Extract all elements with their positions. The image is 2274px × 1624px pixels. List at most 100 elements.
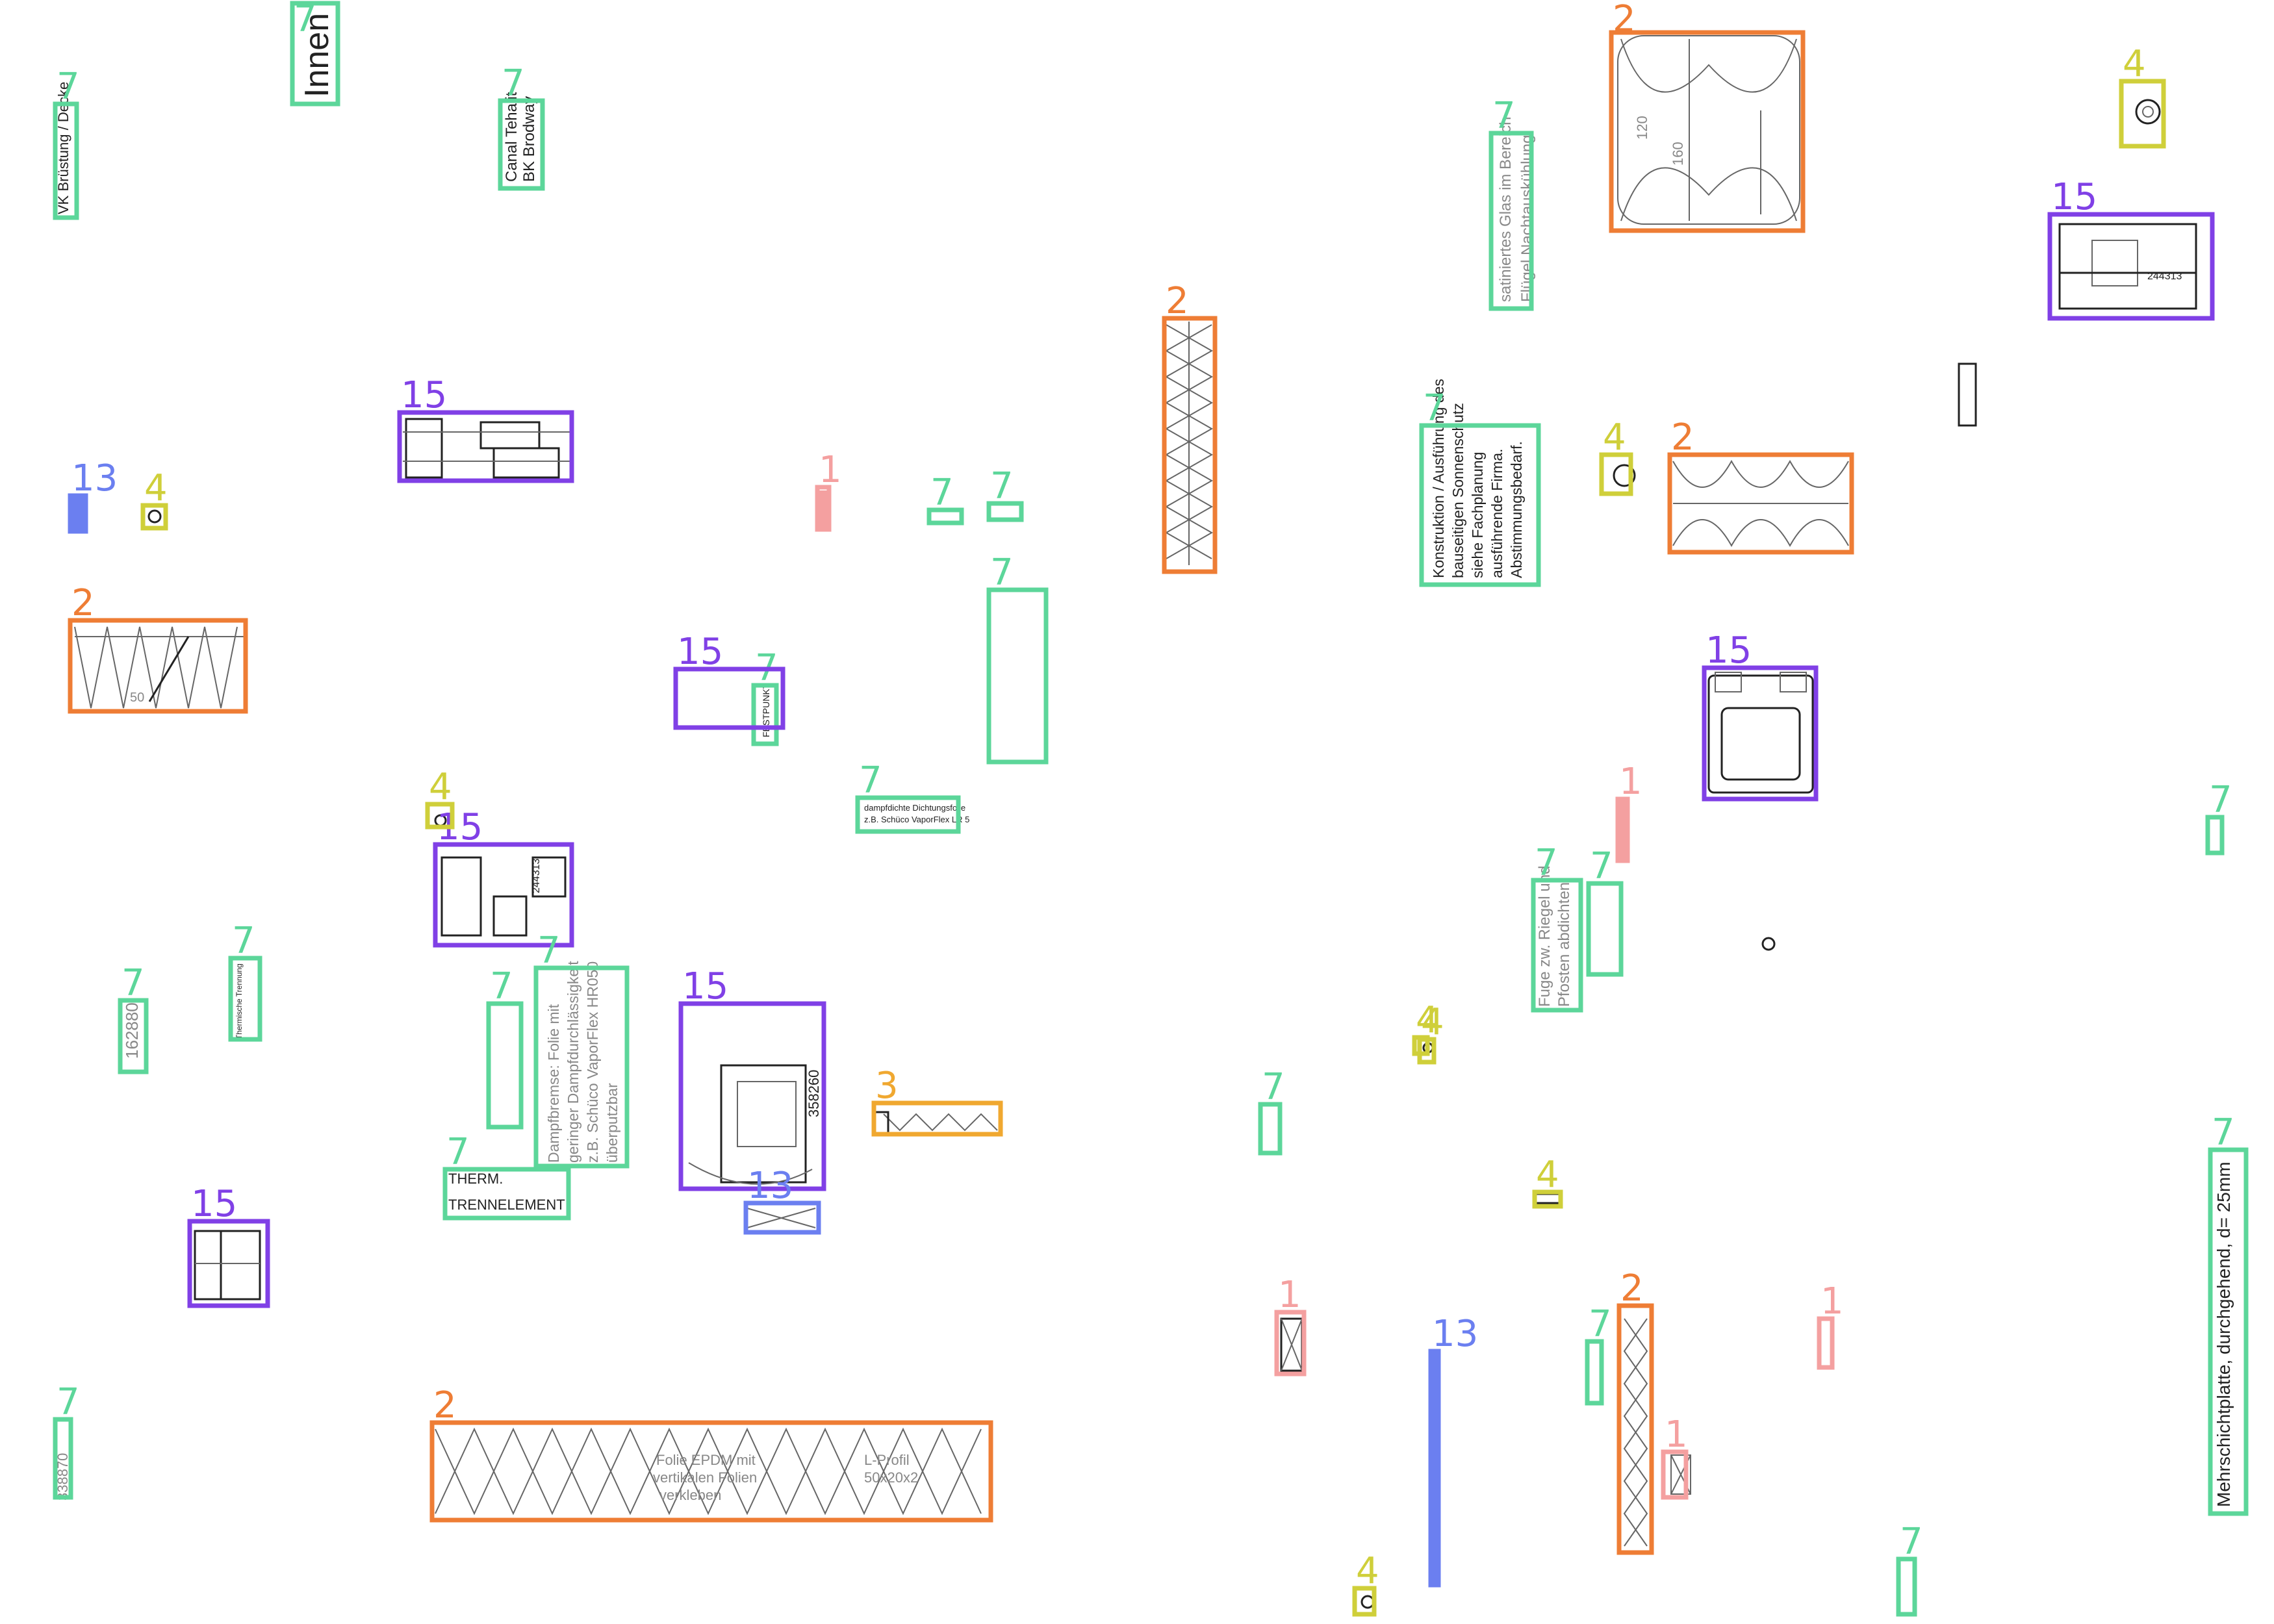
bbox-class-label: 4 bbox=[1416, 999, 1439, 1041]
bbox-class-label: 3 bbox=[875, 1065, 899, 1107]
bbox-class-label: 15 bbox=[401, 374, 447, 416]
text-dampfbremse-2: geringer Dampfdurchlässigkeit bbox=[565, 961, 581, 1163]
text-pfosten-abdichten: Pfosten abdichten bbox=[1555, 882, 1573, 1007]
bbox-class-label: 1 bbox=[1820, 1280, 1844, 1323]
text-bauseitigen: bauseitigen Sonnenschutz bbox=[1450, 403, 1466, 578]
detection-box-class-7: 7 bbox=[2205, 779, 2232, 856]
insulation-vertical-center bbox=[1164, 322, 1214, 565]
detection-box-class-4: 4 bbox=[140, 467, 168, 531]
detection-box-class-13: 13 bbox=[1428, 1313, 1478, 1588]
bbox-rect bbox=[1586, 881, 1624, 977]
detection-box-class-15: 15 bbox=[187, 1183, 270, 1308]
insulation-bottom: Folie EPDM mit vertikalen Folien verkleb… bbox=[435, 1427, 982, 1516]
detection-box-class-13: 13 bbox=[743, 1165, 821, 1235]
detection-box-class-15: 15 bbox=[433, 806, 574, 948]
folie-epdm-line-3: verkleben bbox=[659, 1487, 721, 1503]
text-bk-brodway: BK Brodway bbox=[520, 96, 538, 182]
bbox-class-label: 2 bbox=[1613, 0, 1636, 40]
bbox-class-label: 13 bbox=[747, 1165, 793, 1207]
bbox-class-label: 2 bbox=[1671, 416, 1694, 459]
bbox-class-label: 7 bbox=[990, 552, 1014, 594]
text-dampfbremse-4: überputzbar bbox=[604, 1083, 620, 1163]
profile-section-top-left bbox=[403, 418, 572, 479]
bbox-class-label: 7 bbox=[537, 930, 561, 972]
detection-box-class-15: 15 bbox=[397, 374, 574, 483]
bbox-class-label: 2 bbox=[1620, 1267, 1644, 1310]
bbox-rect bbox=[1817, 1316, 1835, 1370]
dim-160: 160 bbox=[1670, 142, 1686, 166]
bbox-class-label: 7 bbox=[2212, 1111, 2235, 1154]
bbox-rect bbox=[678, 1001, 826, 1191]
detection-box-class-7: 7 bbox=[1896, 1521, 1923, 1617]
symbol-circle-bottom bbox=[1361, 1595, 1375, 1609]
l-profil-line-2: 50x20x2 bbox=[864, 1469, 918, 1486]
profile-code-358260: 358260 bbox=[806, 1070, 822, 1117]
bbox-class-label: 7 bbox=[990, 465, 1014, 507]
bbox-class-label: 7 bbox=[930, 472, 954, 514]
detection-box-class-7: 7 bbox=[986, 552, 1049, 765]
detection-box-class-4: 4 bbox=[1532, 1154, 1563, 1209]
bbox-rect bbox=[1258, 1102, 1283, 1156]
symbol-circle-top-right-inner bbox=[2142, 106, 2154, 118]
bbox-class-label: 13 bbox=[71, 457, 118, 500]
bbox-rect bbox=[2047, 212, 2215, 321]
bbox-rect bbox=[1352, 1586, 1377, 1617]
text-trennelement: TRENNELEMENT bbox=[448, 1197, 565, 1213]
cross-block-1-x bbox=[1281, 1318, 1303, 1371]
detection-box-class-2: 2 bbox=[1667, 416, 1854, 555]
bbox-class-label: 7 bbox=[232, 920, 255, 962]
screw-drawing bbox=[873, 1111, 998, 1134]
annotated-cad-drawing: 120 160 50 Folie EPDM mit vertikalen Fol… bbox=[53, 0, 2249, 1617]
bbox-class-label: 7 bbox=[57, 66, 80, 108]
detection-box-class-7: 7 bbox=[926, 472, 964, 526]
detection-box-class-2: 2 bbox=[1609, 0, 1806, 233]
bbox-class-label: 7 bbox=[294, 0, 317, 40]
dim-50: 50 bbox=[130, 691, 144, 705]
profile-section-middle-left: 244313 bbox=[441, 856, 567, 937]
bbox-rect bbox=[1616, 1303, 1654, 1555]
bbox-class-label: 7 bbox=[1589, 1303, 1612, 1345]
text-schueco-lr5: z.B. Schüco VaporFlex LR 5 bbox=[864, 815, 969, 824]
detection-box-class-7: 7 bbox=[986, 465, 1024, 522]
bbox-rect bbox=[1585, 1339, 1604, 1406]
bbox-class-label: 7 bbox=[859, 759, 882, 802]
bbox-class-label: 13 bbox=[1432, 1313, 1478, 1355]
profile-code-top-right: 244313 bbox=[2147, 271, 2182, 282]
seal-mark-small bbox=[819, 490, 828, 529]
bbox-class-label: 1 bbox=[1278, 1274, 1301, 1316]
detection-box-class-4: 4 bbox=[1352, 1550, 1379, 1617]
bbox-class-label: 7 bbox=[502, 62, 525, 105]
bbox-class-label: 2 bbox=[1166, 280, 1189, 322]
bbox-rect bbox=[1896, 1556, 1917, 1617]
detection-boxes: 777241574 215 7213 4151 77215774151 777747747… bbox=[53, 0, 2249, 1617]
text-mehrschichtplatte: Mehrschichtplatte, durchgehend, d= 25mm bbox=[2214, 1161, 2234, 1507]
detection-box-class-2: 2 bbox=[68, 582, 248, 714]
bbox-class-label: 7 bbox=[57, 1381, 80, 1423]
bbox-class-label: 15 bbox=[682, 965, 728, 1008]
text-abstimmungsbedarf: Abstimmungsbedarf. bbox=[1508, 441, 1525, 578]
bbox-class-label: 7 bbox=[1492, 95, 1516, 137]
bbox-class-label: 7 bbox=[121, 962, 145, 1004]
l-profil-line-1: L-Profil bbox=[864, 1452, 910, 1468]
bbox-class-label: 2 bbox=[71, 582, 95, 624]
profile-section-center-right bbox=[1707, 672, 1814, 794]
text-canal-tehalit: Canal Tehalit bbox=[503, 92, 520, 182]
bbox-class-label: 4 bbox=[1603, 416, 1626, 459]
symbol-circle-top-right bbox=[2135, 99, 2161, 125]
text-162880: 162880 bbox=[122, 1002, 142, 1059]
bbox-class-label: 7 bbox=[1423, 387, 1446, 429]
detection-box-class-2: 2 bbox=[1616, 1267, 1654, 1555]
detection-box-class-7: 7 bbox=[486, 965, 524, 1130]
detection-box-class-15: 15 bbox=[2047, 176, 2215, 321]
bbox-class-label: 7 bbox=[490, 965, 513, 1008]
symbol-circle-small-right bbox=[1761, 937, 1776, 951]
bbox-class-label: 15 bbox=[191, 1183, 237, 1225]
bbox-class-label: 1 bbox=[1619, 761, 1642, 803]
bbox-rect bbox=[1599, 452, 1633, 496]
bbox-class-label: 2 bbox=[433, 1384, 457, 1427]
cad-linework: 120 160 50 Folie EPDM mit vertikalen Fol… bbox=[55, 13, 2234, 1609]
bbox-class-label: 4 bbox=[429, 766, 452, 808]
bbox-class-label: 7 bbox=[1535, 842, 1558, 884]
insulation-left: 50 bbox=[74, 626, 244, 709]
detection-box-class-1: 1 bbox=[1817, 1280, 1844, 1370]
